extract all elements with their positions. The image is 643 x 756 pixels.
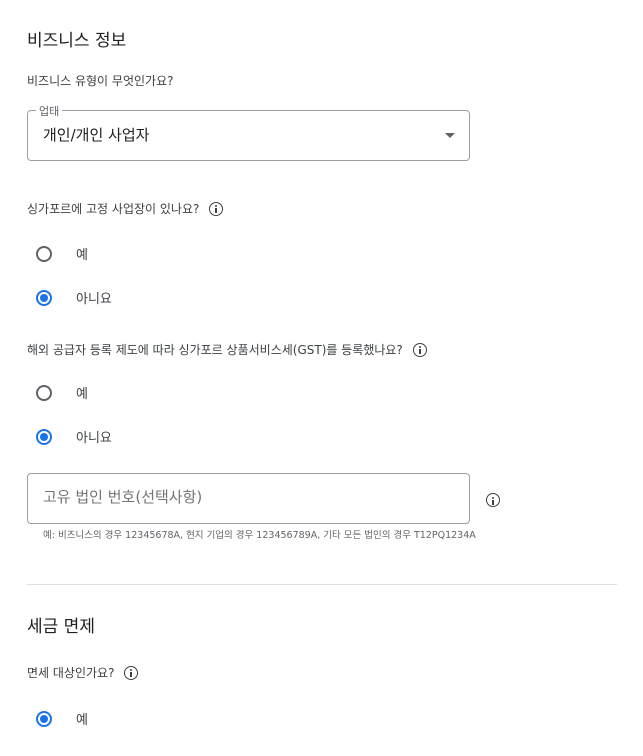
tax-exempt-question-text: 면세 대상인가요? [27,666,115,680]
radio-unchecked-icon[interactable] [36,384,52,401]
business-type-value: 개인/개인 사업자 [43,126,150,144]
fixed-place-option-no[interactable]: 아니요 [36,288,112,307]
tax-exempt-question: 면세 대상인가요? [27,664,139,681]
entity-number-field[interactable] [27,473,470,524]
radio-checked-icon[interactable] [36,289,52,306]
caret-down-icon [445,133,455,138]
info-icon[interactable] [124,665,139,680]
radio-checked-icon[interactable] [36,710,52,727]
fixed-place-question: 싱가포르에 고정 사업장이 있나요? [27,200,224,217]
entity-number-input[interactable] [43,488,443,506]
option-label: 예 [76,248,88,263]
tax-exempt-option-yes[interactable]: 예 [36,709,88,728]
business-type-question: 비즈니스 유형이 무엇인가요? [27,72,173,89]
business-type-select[interactable]: 업태 개인/개인 사업자 [27,103,470,161]
business-info-title: 비즈니스 정보 [27,31,127,51]
gst-option-yes[interactable]: 예 [36,383,88,402]
fixed-place-option-yes[interactable]: 예 [36,244,88,263]
info-icon[interactable] [209,201,224,216]
radio-unchecked-icon[interactable] [36,245,52,262]
option-label: 예 [76,713,88,728]
business-type-legend: 업태 [36,103,63,119]
option-label: 아니요 [76,431,112,446]
info-icon[interactable] [412,342,427,357]
option-label: 예 [76,387,88,402]
tax-exemption-title: 세금 면제 [27,617,95,637]
option-label: 아니요 [76,292,112,307]
entity-number-helper: 예: 비즈니스의 경우 12345678A, 현지 기업의 경우 1234567… [43,530,476,541]
gst-question: 해외 공급자 등록 제도에 따라 싱가포르 상품서비스세(GST)를 등록했나요… [27,341,427,358]
gst-option-no[interactable]: 아니요 [36,427,112,446]
fixed-place-question-text: 싱가포르에 고정 사업장이 있나요? [27,202,200,216]
business-type-question-text: 비즈니스 유형이 무엇인가요? [27,74,174,88]
section-divider [27,584,617,585]
info-icon[interactable] [486,493,500,507]
gst-question-text: 해외 공급자 등록 제도에 따라 싱가포르 상품서비스세(GST)를 등록했나요… [27,343,403,357]
radio-checked-icon[interactable] [36,428,52,445]
